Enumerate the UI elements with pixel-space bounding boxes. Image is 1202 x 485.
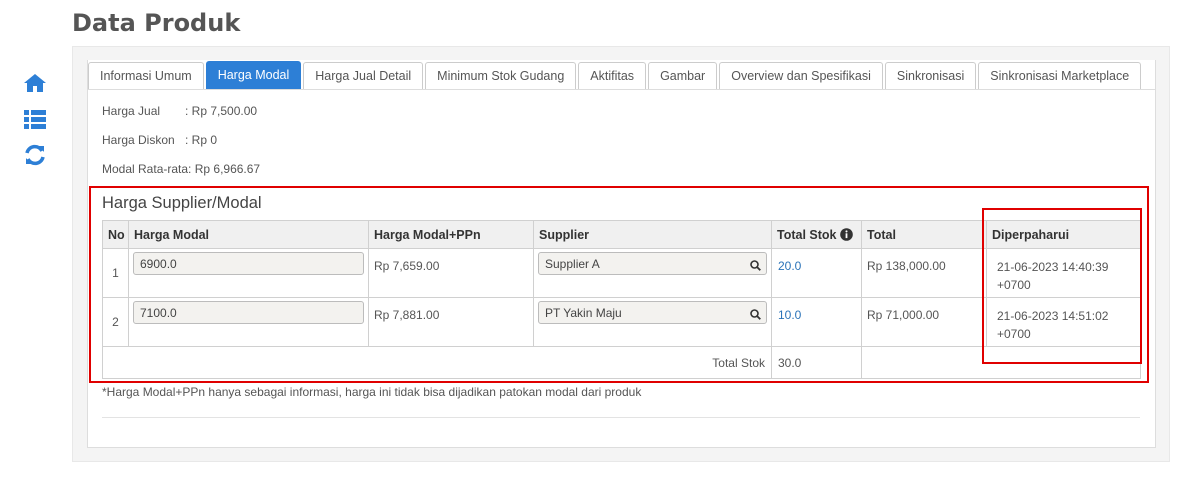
tab-divider [88, 89, 1156, 90]
col-total: Total [861, 220, 987, 249]
col-harga-modal: Harga Modal [128, 220, 369, 249]
tab-informasi-umum[interactable]: Informasi Umum [88, 62, 204, 90]
date-text: 21-06-2023 14:40:39 [997, 260, 1109, 274]
col-supplier: Supplier [533, 220, 772, 249]
search-icon[interactable] [750, 260, 761, 271]
supplier-cell [533, 248, 772, 298]
total-value: Rp 71,000.00 [867, 308, 940, 322]
modal-rata-rata-label: Modal Rata-rata: [102, 162, 192, 176]
harga-jual-row: Harga Jual : Rp 7,500.00 [102, 104, 257, 118]
row-no: 1 [102, 248, 129, 298]
table-row: 2 Rp 7,881.00 10.0 Rp 71,000.00 21-06-20… [102, 297, 1141, 347]
tab-minimum-stok-gudang[interactable]: Minimum Stok Gudang [425, 62, 577, 90]
total-cell: Rp 138,000.00 [861, 248, 987, 298]
home-icon[interactable] [22, 70, 48, 96]
footnote: *Harga Modal+PPn hanya sebagai informasi… [102, 385, 642, 399]
page-title: Data Produk [72, 9, 241, 37]
col-harga-modal-ppn: Harga Modal+PPn [368, 220, 534, 249]
section-title: Harga Supplier/Modal [102, 194, 262, 212]
total-stok-cell: 10.0 [771, 297, 862, 347]
harga-diskon-row: Harga Diskon : Rp 0 [102, 133, 217, 147]
total-stok-footer-value: 30.0 [771, 346, 862, 379]
supplier-input[interactable] [538, 301, 767, 324]
diperbaharui-cell: 21-06-2023 14:40:39 +0700 [986, 248, 1141, 298]
tab-sinkronisasi[interactable]: Sinkronisasi [884, 62, 977, 90]
harga-jual-label: Harga Jual [102, 104, 161, 118]
harga-modal-ppn-cell: Rp 7,659.00 [368, 248, 534, 298]
side-nav [22, 70, 50, 178]
table-row: 1 Rp 7,659.00 20.0 Rp 138,000.00 21-06-2… [102, 248, 1141, 298]
harga-modal-ppn-value: Rp 7,881.00 [374, 308, 440, 322]
total-stok-link[interactable]: 10.0 [772, 298, 861, 322]
supplier-select[interactable] [534, 301, 771, 324]
supplier-table: No Harga Modal Harga Modal+PPn Supplier … [102, 220, 1141, 379]
harga-modal-input[interactable] [133, 301, 364, 324]
harga-modal-input[interactable] [133, 252, 364, 275]
footer-empty-cell [861, 346, 1141, 379]
harga-modal-cell [128, 297, 369, 347]
diperbaharui-cell: 21-06-2023 14:51:02 +0700 [986, 297, 1141, 347]
refresh-icon[interactable] [22, 142, 48, 168]
tab-gambar[interactable]: Gambar [648, 62, 718, 90]
total-cell: Rp 71,000.00 [861, 297, 987, 347]
tab-overview-spesifikasi[interactable]: Overview dan Spesifikasi [719, 62, 883, 90]
date-text: 21-06-2023 14:51:02 [997, 309, 1109, 323]
diperbaharui-value: 21-06-2023 14:51:02 +0700 [987, 298, 1140, 343]
total-stok-footer-label: Total Stok [102, 346, 772, 379]
row-no: 2 [102, 297, 129, 347]
supplier-input[interactable] [538, 252, 767, 275]
search-icon[interactable] [750, 309, 761, 320]
total-stok-link[interactable]: 20.0 [772, 249, 861, 273]
total-stok-header-label: Total Stok [777, 227, 837, 242]
harga-modal-ppn-value: Rp 7,659.00 [374, 259, 440, 273]
timezone-text: +0700 [997, 327, 1031, 341]
harga-modal-cell [128, 248, 369, 298]
list-icon[interactable] [22, 106, 48, 132]
modal-rata-rata-row: Modal Rata-rata: Rp 6,966.67 [102, 162, 260, 176]
modal-rata-rata-value: Rp 6,966.67 [194, 162, 261, 176]
col-total-stok: Total Stok [771, 220, 862, 249]
table-header-row: No Harga Modal Harga Modal+PPn Supplier … [102, 220, 1141, 249]
tab-sinkronisasi-marketplace[interactable]: Sinkronisasi Marketplace [978, 62, 1142, 90]
harga-diskon-value: : Rp 0 [185, 133, 218, 147]
harga-diskon-label: Harga Diskon [102, 133, 175, 147]
col-diperbaharui: Diperpaharui [986, 220, 1141, 249]
col-no: No [102, 220, 129, 249]
harga-jual-value: : Rp 7,500.00 [185, 104, 258, 118]
info-icon[interactable] [840, 227, 853, 241]
tab-bar: Informasi Umum Harga Modal Harga Jual De… [88, 61, 1142, 90]
timezone-text: +0700 [997, 278, 1031, 292]
tab-harga-jual-detail[interactable]: Harga Jual Detail [303, 62, 424, 90]
harga-modal-ppn-cell: Rp 7,881.00 [368, 297, 534, 347]
supplier-select[interactable] [534, 252, 771, 275]
supplier-cell [533, 297, 772, 347]
divider [102, 417, 1140, 418]
table-footer-row: Total Stok 30.0 [102, 346, 1141, 379]
tab-harga-modal[interactable]: Harga Modal [205, 61, 302, 90]
diperbaharui-value: 21-06-2023 14:40:39 +0700 [987, 249, 1140, 294]
total-value: Rp 138,000.00 [867, 259, 946, 273]
total-stok-cell: 20.0 [771, 248, 862, 298]
tab-aktifitas[interactable]: Aktifitas [578, 62, 647, 90]
